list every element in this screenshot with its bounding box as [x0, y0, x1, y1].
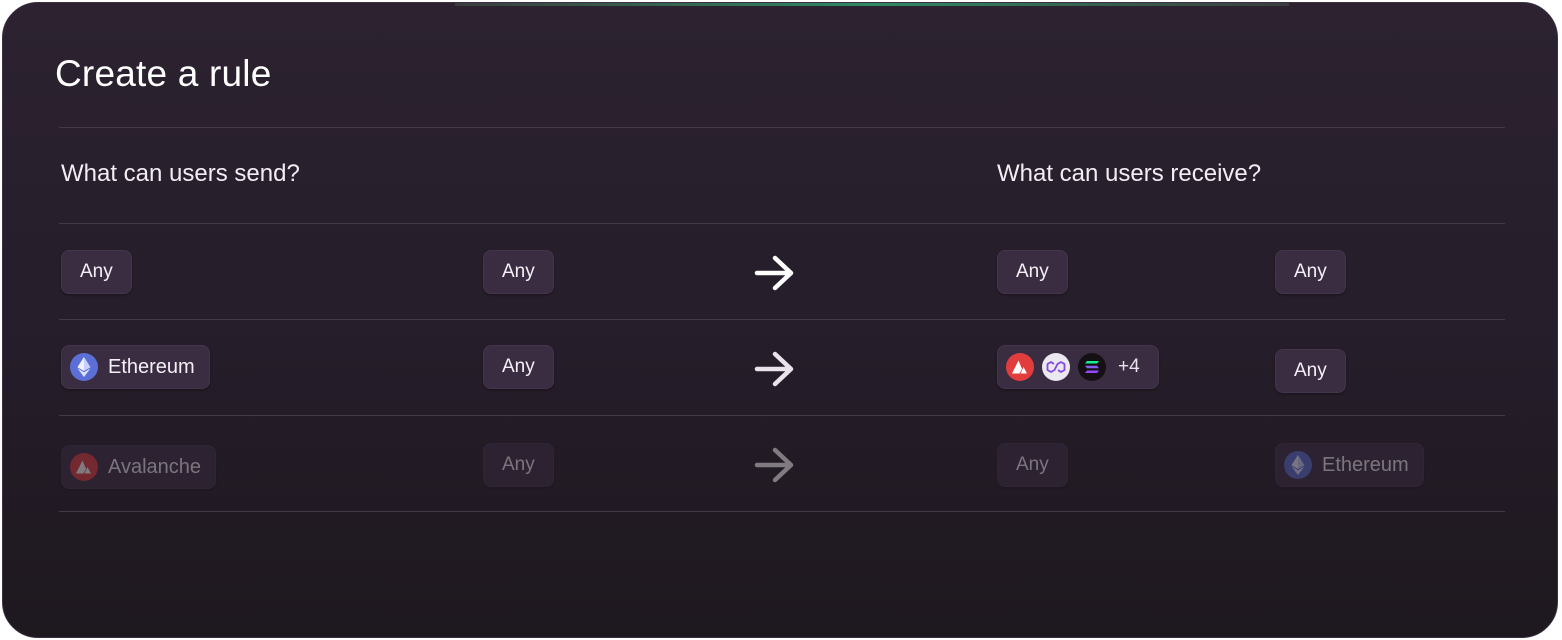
- send-column-header: What can users send?: [61, 160, 300, 187]
- solana-icon: [1078, 353, 1106, 381]
- receive-chain-label: Any: [1016, 454, 1049, 475]
- send-asset-select[interactable]: Any: [483, 250, 554, 294]
- ethereum-icon: [70, 353, 98, 381]
- receive-asset-label: Any: [1294, 261, 1327, 282]
- receive-chain-icons: [1006, 353, 1106, 381]
- divider: [59, 127, 1505, 128]
- arrow-right-icon: [754, 447, 794, 483]
- ethereum-icon: [1284, 451, 1312, 479]
- divider: [59, 511, 1505, 512]
- avalanche-icon: [70, 453, 98, 481]
- rule-row: Ethereum Any +4 Any: [3, 320, 1557, 416]
- send-asset-label: Any: [502, 454, 535, 475]
- receive-asset-select[interactable]: Any: [1275, 250, 1346, 294]
- receive-chain-label: Any: [1016, 261, 1049, 282]
- arrow-right-icon: [754, 255, 794, 291]
- receive-chain-select[interactable]: Any: [997, 250, 1068, 294]
- top-accent-bar: [455, 3, 1289, 6]
- send-asset-label: Any: [502, 356, 535, 377]
- receive-column-header: What can users receive?: [997, 160, 1262, 187]
- receive-asset-label: Ethereum: [1322, 453, 1409, 476]
- send-chain-select[interactable]: Any: [61, 250, 132, 294]
- receive-chain-select[interactable]: +4: [997, 345, 1159, 389]
- page-title: Create a rule: [55, 53, 272, 94]
- avalanche-icon: [1006, 353, 1034, 381]
- arrow-right-icon: [754, 351, 794, 387]
- send-chain-label: Avalanche: [108, 455, 202, 478]
- receive-chain-select[interactable]: Any: [997, 443, 1068, 487]
- send-chain-select[interactable]: Avalanche: [61, 445, 217, 489]
- rule-row: Avalanche Any Any Ethereum: [3, 416, 1557, 512]
- rule-row: Any Any Any Any: [3, 224, 1557, 320]
- send-chain-label: Ethereum: [108, 355, 195, 378]
- send-asset-select[interactable]: Any: [483, 345, 554, 389]
- receive-asset-select[interactable]: Any: [1275, 349, 1346, 393]
- receive-asset-label: Any: [1294, 360, 1327, 381]
- receive-chain-more-count: +4: [1118, 356, 1140, 377]
- send-asset-label: Any: [502, 261, 535, 282]
- send-chain-select[interactable]: Ethereum: [61, 345, 210, 389]
- send-asset-select[interactable]: Any: [483, 443, 554, 487]
- create-rule-card: Create a rule What can users send? What …: [2, 2, 1558, 638]
- send-chain-label: Any: [80, 261, 113, 282]
- receive-asset-select[interactable]: Ethereum: [1275, 443, 1424, 487]
- polygon-icon: [1042, 353, 1070, 381]
